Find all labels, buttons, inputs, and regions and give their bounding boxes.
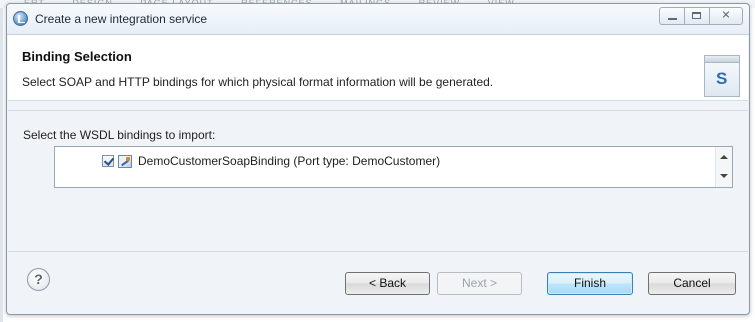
- banner-icon-letter: S: [716, 69, 728, 88]
- maximize-icon: [692, 12, 701, 19]
- help-button[interactable]: ?: [27, 268, 50, 291]
- minimize-icon: [668, 18, 677, 20]
- list-scrollbar[interactable]: [715, 147, 732, 187]
- binding-checkbox[interactable]: [102, 155, 114, 167]
- next-button[interactable]: Next >: [437, 272, 522, 295]
- bindings-label: Select the WSDL bindings to import:: [23, 128, 216, 142]
- dialog-title: Create a new integration service: [35, 12, 208, 26]
- content-divider: [8, 110, 748, 111]
- background-window-edge: [0, 0, 3, 322]
- page-description: Select SOAP and HTTP bindings for which …: [22, 75, 494, 89]
- cancel-button[interactable]: Cancel: [648, 272, 736, 295]
- footer-divider: [8, 251, 748, 252]
- back-button[interactable]: < Back: [345, 272, 430, 295]
- wizard-banner-icon: S: [704, 55, 740, 97]
- binding-icon: [118, 154, 132, 168]
- close-icon: ✕: [721, 9, 731, 22]
- app-icon: [13, 11, 28, 26]
- page-title: Binding Selection: [22, 49, 132, 64]
- minimize-button[interactable]: [659, 7, 685, 25]
- scroll-down-icon[interactable]: [720, 174, 728, 178]
- integration-service-dialog: Create a new integration service ✕ Bindi…: [6, 3, 750, 315]
- wizard-content: Select the WSDL bindings to import: Demo…: [8, 101, 748, 251]
- wizard-footer: ? < Back Next > Finish Cancel: [8, 251, 748, 313]
- banner-icon-titlebar: [705, 56, 739, 63]
- maximize-button[interactable]: [684, 7, 710, 25]
- window-controls: ✕: [659, 7, 743, 27]
- wizard-header: Binding Selection Select SOAP and HTTP b…: [8, 35, 748, 101]
- binding-label: DemoCustomerSoapBinding (Port type: Demo…: [138, 154, 441, 168]
- bindings-list[interactable]: DemoCustomerSoapBinding (Port type: Demo…: [54, 146, 733, 188]
- dialog-titlebar[interactable]: Create a new integration service ✕: [7, 4, 749, 35]
- list-item[interactable]: DemoCustomerSoapBinding (Port type: Demo…: [102, 153, 440, 169]
- close-button[interactable]: ✕: [709, 7, 743, 25]
- scroll-up-icon[interactable]: [720, 155, 728, 159]
- finish-button[interactable]: Finish: [547, 272, 633, 295]
